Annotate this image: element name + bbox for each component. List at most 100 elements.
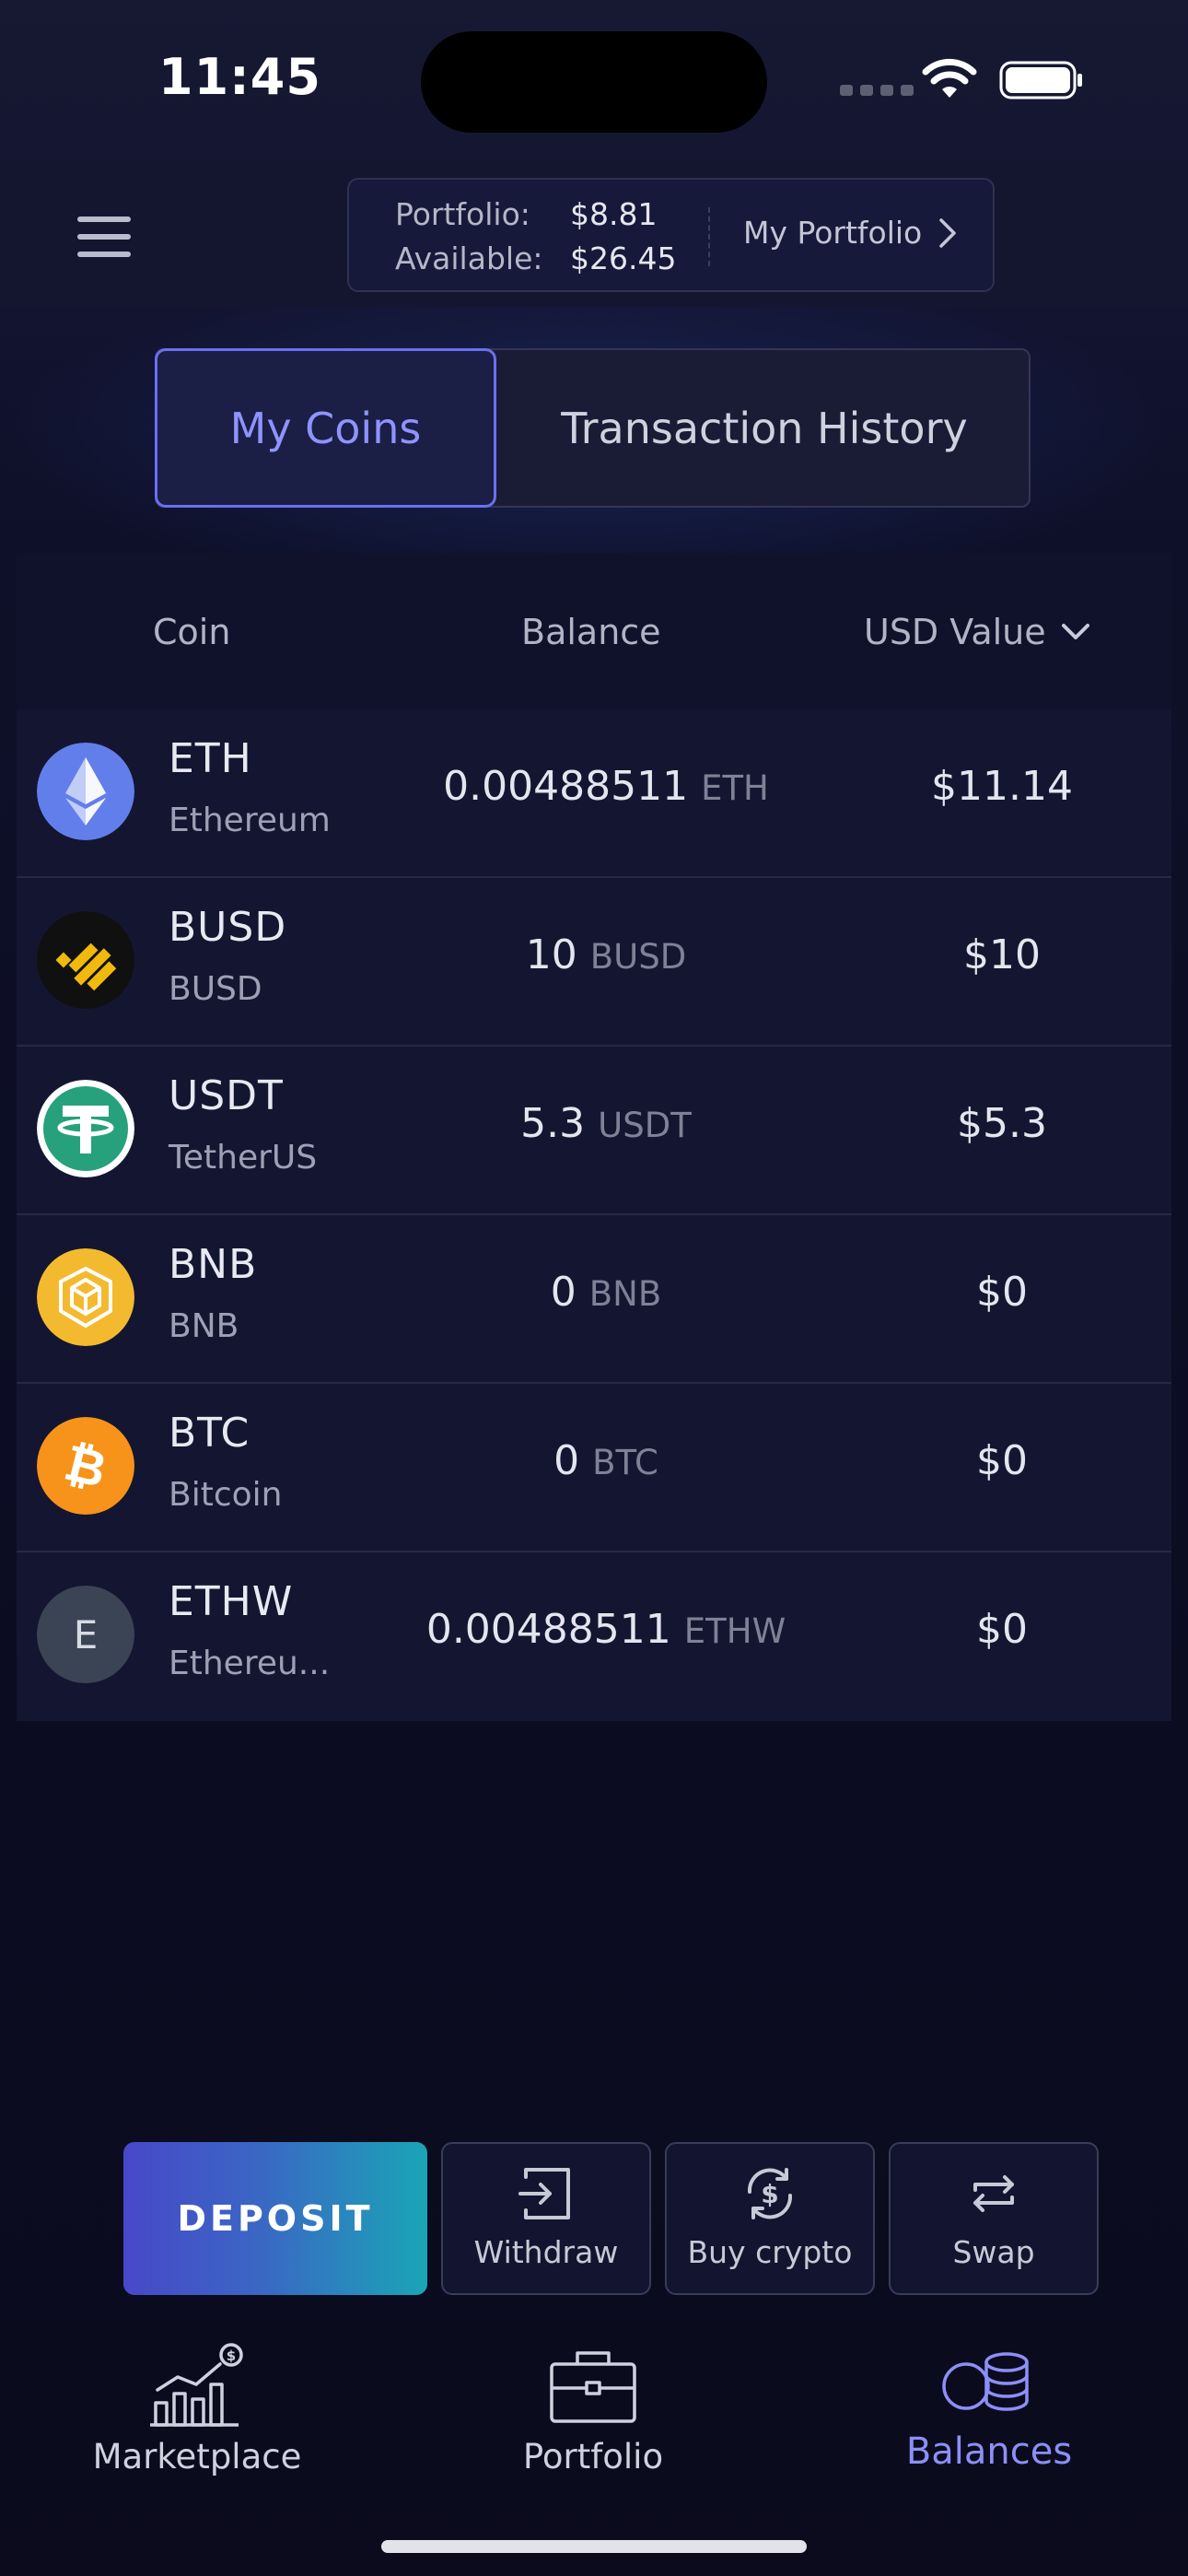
sort-usd-value-button[interactable]: USD Value [864,612,1090,652]
coin-row-eth[interactable]: ETH Ethereum 0.00488511 ETH $11.14 [17,709,1171,878]
portfolio-label: Portfolio: [395,196,530,232]
hamburger-menu-icon[interactable] [77,217,131,257]
marketplace-chart-icon: $ [150,2343,243,2427]
coin-name: BNB [169,1307,239,1345]
coin-usd-value: $0 [976,1269,1028,1316]
coin-usd-value: $0 [976,1437,1028,1484]
bottom-nav: $ Marketplace Portfolio Balances [0,2322,1188,2576]
available-label: Available: [395,240,543,276]
svg-text:E: E [74,1612,99,1657]
buy-crypto-button[interactable]: $ Buy crypto [665,2142,875,2295]
divider [708,207,710,266]
balance-amount: 10 [525,931,577,978]
column-header-usd-value: USD Value [864,612,1046,652]
coin-usd-value: $11.14 [931,763,1073,810]
coin-balance: 0 BNB [348,1269,864,1316]
coin-balance: 10 BUSD [348,931,864,978]
tab-transaction-history[interactable]: Transaction History [496,348,1032,508]
column-header-coin: Coin [153,612,231,652]
balance-unit: BUSD [589,937,687,977]
briefcase-icon [550,2351,636,2423]
buy-crypto-icon: $ [747,2168,793,2219]
coin-usd-value: $5.3 [957,1100,1047,1147]
coin-row-ethw[interactable]: E ETHW Ethereu... 0.00488511 ETHW $0 [17,1552,1171,1721]
withdraw-label: Withdraw [473,2234,619,2270]
ethw-letter-icon: E [37,1586,134,1683]
tab-my-coins[interactable]: My Coins [155,348,496,508]
coins-stack-icon [942,2352,1029,2411]
my-portfolio-link[interactable]: My Portfolio [743,215,957,251]
coin-balance: 0.00488511 ETHW [348,1606,864,1653]
bnb-logo-icon [37,1248,134,1346]
withdraw-button[interactable]: Withdraw [441,2142,651,2295]
coin-symbol: ETH [169,735,252,782]
coins-tabs: My Coins Transaction History [155,348,1031,508]
balances-screen: 11:45 Portfolio: Available: $8.81 $26.45 [0,0,1188,2576]
busd-logo-icon [37,911,134,1009]
deposit-button[interactable]: DEPOSIT [123,2142,427,2295]
home-indicator [381,2540,807,2553]
balance-amount: 0 [553,1437,580,1484]
chevron-right-icon [939,217,956,248]
coin-name: Ethereum [169,802,331,839]
balance-unit: BTC [592,1443,658,1482]
column-header-balance: Balance [521,612,661,652]
nav-portfolio-label: Portfolio [522,2437,664,2476]
balance-unit: ETH [701,768,769,808]
coin-row-usdt[interactable]: USDT TetherUS 5.3 USDT $5.3 [17,1047,1171,1215]
battery-icon [999,61,1082,100]
swap-button[interactable]: Swap [889,2142,1099,2295]
coin-usd-value: $0 [976,1606,1028,1653]
nav-marketplace-label: Marketplace [92,2437,302,2476]
tether-logo-icon [37,1080,134,1177]
nav-portfolio[interactable]: Portfolio [455,2322,731,2488]
balance-amount: 0.00488511 [425,1606,671,1653]
coin-row-btc[interactable]: ₿ BTC Bitcoin 0 BTC $0 [17,1384,1171,1552]
swap-label: Swap [952,2234,1035,2270]
status-time: 11:45 [158,48,321,106]
balance-amount: 0.00488511 [443,763,689,810]
coin-name: Bitcoin [169,1476,283,1514]
my-portfolio-label: My Portfolio [743,215,923,251]
nav-balances[interactable]: Balances [851,2322,1127,2488]
coin-symbol: USDT [169,1072,284,1119]
top-bar: Portfolio: Available: $8.81 $26.45 My Po… [0,161,1188,307]
balance-amount: 0 [550,1269,577,1316]
coin-list: ETH Ethereum 0.00488511 ETH $11.14 BUSD B… [17,709,1171,1721]
coin-usd-value: $10 [963,931,1041,978]
balance-unit: ETHW [683,1611,786,1651]
coin-balance: 0.00488511 ETH [348,763,864,810]
wifi-icon [922,58,977,98]
bitcoin-logo-icon: ₿ [37,1417,134,1515]
svg-text:$: $ [761,2179,778,2209]
status-bar: 11:45 [0,0,1188,161]
svg-text:$: $ [227,2348,236,2364]
balance-unit: BNB [588,1274,662,1314]
ethereum-logo-icon [37,743,134,840]
coin-name: TetherUS [169,1139,318,1177]
swap-icon [973,2175,1014,2212]
coin-row-bnb[interactable]: BNB BNB 0 BNB $0 [17,1215,1171,1384]
nav-marketplace[interactable]: $ Marketplace [59,2322,335,2488]
portfolio-value: $8.81 [570,196,658,232]
available-value: $26.45 [570,240,677,276]
chevron-down-icon [1061,624,1089,639]
coin-balance: 0 BTC [348,1437,864,1484]
nav-balances-label: Balances [905,2430,1073,2473]
dynamic-island [421,31,767,133]
withdraw-icon [518,2168,570,2219]
balance-amount: 5.3 [520,1100,586,1147]
coin-name: BUSD [169,970,262,1008]
cellular-signal-icon [840,85,914,96]
balance-unit: USDT [598,1106,692,1145]
portfolio-summary[interactable]: Portfolio: Available: $8.81 $26.45 My Po… [347,178,995,292]
table-header: Coin Balance USD Value [17,553,1171,709]
coin-symbol: BTC [169,1410,250,1457]
coin-symbol: BNB [169,1241,258,1288]
coin-row-busd[interactable]: BUSD BUSD 10 BUSD $10 [17,878,1171,1047]
buy-crypto-label: Buy crypto [687,2234,853,2270]
coin-balance: 5.3 USDT [348,1100,864,1147]
coin-symbol: BUSD [169,904,287,951]
coin-name: Ethereu... [169,1645,331,1682]
coin-symbol: ETHW [169,1578,294,1625]
